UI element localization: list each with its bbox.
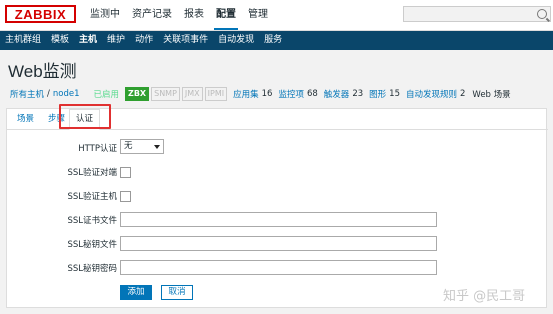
cancel-button[interactable]: 取消	[161, 285, 193, 300]
tab-scenario[interactable]: 场景	[17, 109, 34, 129]
ssl-verify-peer-checkbox[interactable]	[120, 167, 131, 178]
top-menu-monitoring[interactable]: 监测中	[84, 0, 126, 30]
discovery-rules-count: 2	[460, 89, 466, 99]
add-button[interactable]: 添加	[120, 285, 152, 300]
sub-menu-services[interactable]: 服务	[259, 31, 287, 50]
breadcrumb-graphs[interactable]: 图形	[369, 88, 386, 100]
ssl-key-file-input[interactable]	[120, 236, 437, 251]
sub-menu-hosts[interactable]: 主机	[74, 31, 102, 50]
breadcrumb-web-scenarios[interactable]: Web 场景	[472, 88, 510, 100]
chevron-down-icon	[154, 145, 160, 149]
ssl-verify-peer-label: SSL验证对端	[67, 168, 117, 178]
ssl-key-password-label: SSL秘钥密码	[67, 264, 117, 274]
http-auth-value: 无	[124, 141, 133, 151]
breadcrumb: 所有主机 / node1 已启用 ZBX SNMP JMX IPMI 应用集 16…	[0, 85, 553, 103]
watermark: 知乎 @民工哥	[443, 289, 526, 304]
search-icon[interactable]	[537, 9, 547, 19]
top-menu-configuration[interactable]: 配置	[210, 0, 242, 30]
sub-menu-maintenance[interactable]: 维护	[102, 31, 130, 50]
ipmi-availability-badge: IPMI	[204, 87, 228, 101]
web-scenario-form-panel: 场景 步骤 认证	[6, 108, 548, 308]
breadcrumb-triggers[interactable]: 触发器	[324, 88, 350, 100]
breadcrumb-separator: /	[47, 89, 50, 99]
breadcrumb-host[interactable]: node1	[53, 89, 80, 99]
ssl-key-password-input[interactable]	[120, 260, 437, 275]
sub-menu-event-correlation[interactable]: 关联项事件	[158, 31, 213, 50]
page-title: Web监测	[8, 62, 77, 81]
ssl-cert-file-label: SSL证书文件	[67, 216, 117, 226]
sub-menu-discovery[interactable]: 自动发现	[213, 31, 259, 50]
applications-count: 16	[261, 89, 273, 99]
top-menu-inventory[interactable]: 资产记录	[126, 0, 178, 30]
top-menu-reports[interactable]: 报表	[178, 0, 210, 30]
snmp-availability-badge: SNMP	[151, 87, 180, 101]
top-menu: 监测中 资产记录 报表 配置 管理	[84, 0, 274, 30]
sub-menu-templates[interactable]: 模板	[46, 31, 74, 50]
ssl-verify-host-checkbox[interactable]	[120, 191, 131, 202]
zabbix-logo[interactable]: ZABBIX	[5, 5, 76, 23]
host-status[interactable]: 已启用	[94, 88, 120, 100]
breadcrumb-applications[interactable]: 应用集	[233, 88, 259, 100]
highlight-box	[59, 104, 111, 129]
zbx-availability-badge: ZBX	[125, 87, 150, 101]
search-input[interactable]	[403, 6, 551, 22]
items-count: 68	[306, 89, 318, 99]
ssl-key-file-label: SSL秘钥文件	[67, 240, 117, 250]
sub-menu-actions[interactable]: 动作	[130, 31, 158, 50]
ssl-cert-file-input[interactable]	[120, 212, 437, 227]
jmx-availability-badge: JMX	[181, 87, 203, 101]
ssl-verify-host-label: SSL验证主机	[67, 192, 117, 202]
breadcrumb-all-hosts[interactable]: 所有主机	[10, 88, 44, 100]
breadcrumb-discovery-rules[interactable]: 自动发现规则	[406, 88, 457, 100]
http-auth-select[interactable]: 无	[120, 139, 164, 154]
top-navigation: ZABBIX 监测中 资产记录 报表 配置 管理	[0, 0, 553, 31]
graphs-count: 15	[389, 89, 400, 99]
breadcrumb-items[interactable]: 监控项	[278, 88, 304, 100]
sub-navigation: 主机群组 模板 主机 维护 动作 关联项事件 自动发现 服务	[0, 31, 553, 50]
http-auth-label: HTTP认证	[78, 144, 117, 154]
top-menu-administration[interactable]: 管理	[242, 0, 274, 30]
triggers-count: 23	[352, 89, 364, 99]
sub-menu-host-groups[interactable]: 主机群组	[0, 31, 46, 50]
